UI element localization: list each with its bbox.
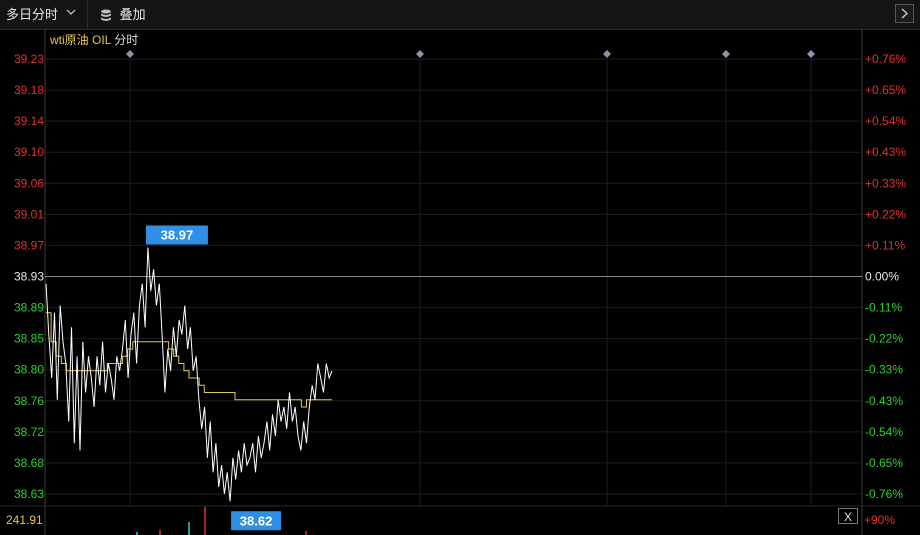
chart-area[interactable]: wti原油 OIL 分时 39.23 39.18 39.14 39.10 39.06 39… bbox=[0, 29, 920, 535]
price-tick-label: 38.76 bbox=[14, 394, 44, 408]
percent-tick-label: -0.33% bbox=[865, 363, 903, 377]
chevron-right-icon bbox=[901, 8, 909, 19]
price-tick-label: 39.18 bbox=[14, 83, 44, 97]
price-tick-label: 38.89 bbox=[14, 301, 44, 315]
price-tick-label: 38.97 bbox=[14, 238, 44, 252]
percent-tick-label: +0.33% bbox=[865, 176, 906, 190]
day-marker-icon bbox=[722, 50, 730, 58]
overlay-label: 叠加 bbox=[119, 7, 146, 22]
day-marker-icon bbox=[807, 50, 815, 58]
high-price-marker: 38.97 bbox=[161, 228, 194, 243]
database-icon bbox=[100, 7, 120, 22]
percent-tick-label: -0.54% bbox=[865, 425, 903, 439]
percent-tick-label: -0.43% bbox=[865, 394, 903, 408]
price-tick-label: 38.85 bbox=[14, 332, 44, 346]
toolbar: 多日分时 叠加 bbox=[0, 0, 920, 30]
price-tick-label: 38.80 bbox=[14, 363, 44, 377]
price-tick-label: 39.14 bbox=[14, 114, 44, 128]
price-tick-label: 38.72 bbox=[14, 425, 44, 439]
percent-tick-label: +0.11% bbox=[865, 238, 905, 252]
volume-pct-label: +90% bbox=[864, 513, 895, 527]
price-tick-label: 38.93 bbox=[14, 270, 44, 284]
day-marker-icon bbox=[416, 50, 424, 58]
price-tick-label: 39.23 bbox=[14, 52, 44, 66]
percent-tick-label: -0.11% bbox=[865, 301, 902, 315]
chart-symbol: wti原油 OIL bbox=[49, 33, 112, 47]
percent-tick-label: +0.54% bbox=[865, 114, 906, 128]
period-label: 多日分时 bbox=[6, 7, 59, 22]
close-button[interactable]: X bbox=[838, 508, 858, 524]
percent-tick-label: +0.22% bbox=[865, 207, 906, 221]
price-tick-label: 39.10 bbox=[14, 145, 44, 159]
price-tick-label: 38.68 bbox=[14, 456, 44, 470]
day-marker-icon bbox=[126, 50, 134, 58]
chart-title: wti原油 OIL 分时 bbox=[49, 33, 138, 47]
percent-tick-label: +0.43% bbox=[865, 145, 906, 159]
next-panel-button[interactable] bbox=[895, 4, 914, 23]
percent-tick-label: -0.65% bbox=[865, 456, 903, 470]
chart-mode: 分时 bbox=[114, 33, 138, 47]
percent-tick-label: 0.00% bbox=[865, 270, 899, 284]
chevron-down-icon bbox=[66, 0, 76, 29]
percent-tick-label: +0.65% bbox=[865, 83, 906, 97]
overlay-button[interactable]: 叠加 bbox=[100, 0, 146, 29]
price-tick-label: 39.06 bbox=[14, 176, 44, 190]
percent-tick-label: +0.76% bbox=[865, 52, 906, 66]
percent-tick-label: -0.22% bbox=[865, 332, 903, 346]
volume-max-label: 241.91 bbox=[6, 513, 43, 527]
price-tick-label: 39.01 bbox=[14, 207, 44, 221]
day-marker-icon bbox=[603, 50, 611, 58]
price-tick-label: 38.63 bbox=[14, 487, 44, 501]
low-price-marker: 38.62 bbox=[240, 513, 273, 528]
period-selector[interactable]: 多日分时 bbox=[0, 0, 88, 29]
percent-tick-label: -0.76% bbox=[865, 487, 903, 501]
